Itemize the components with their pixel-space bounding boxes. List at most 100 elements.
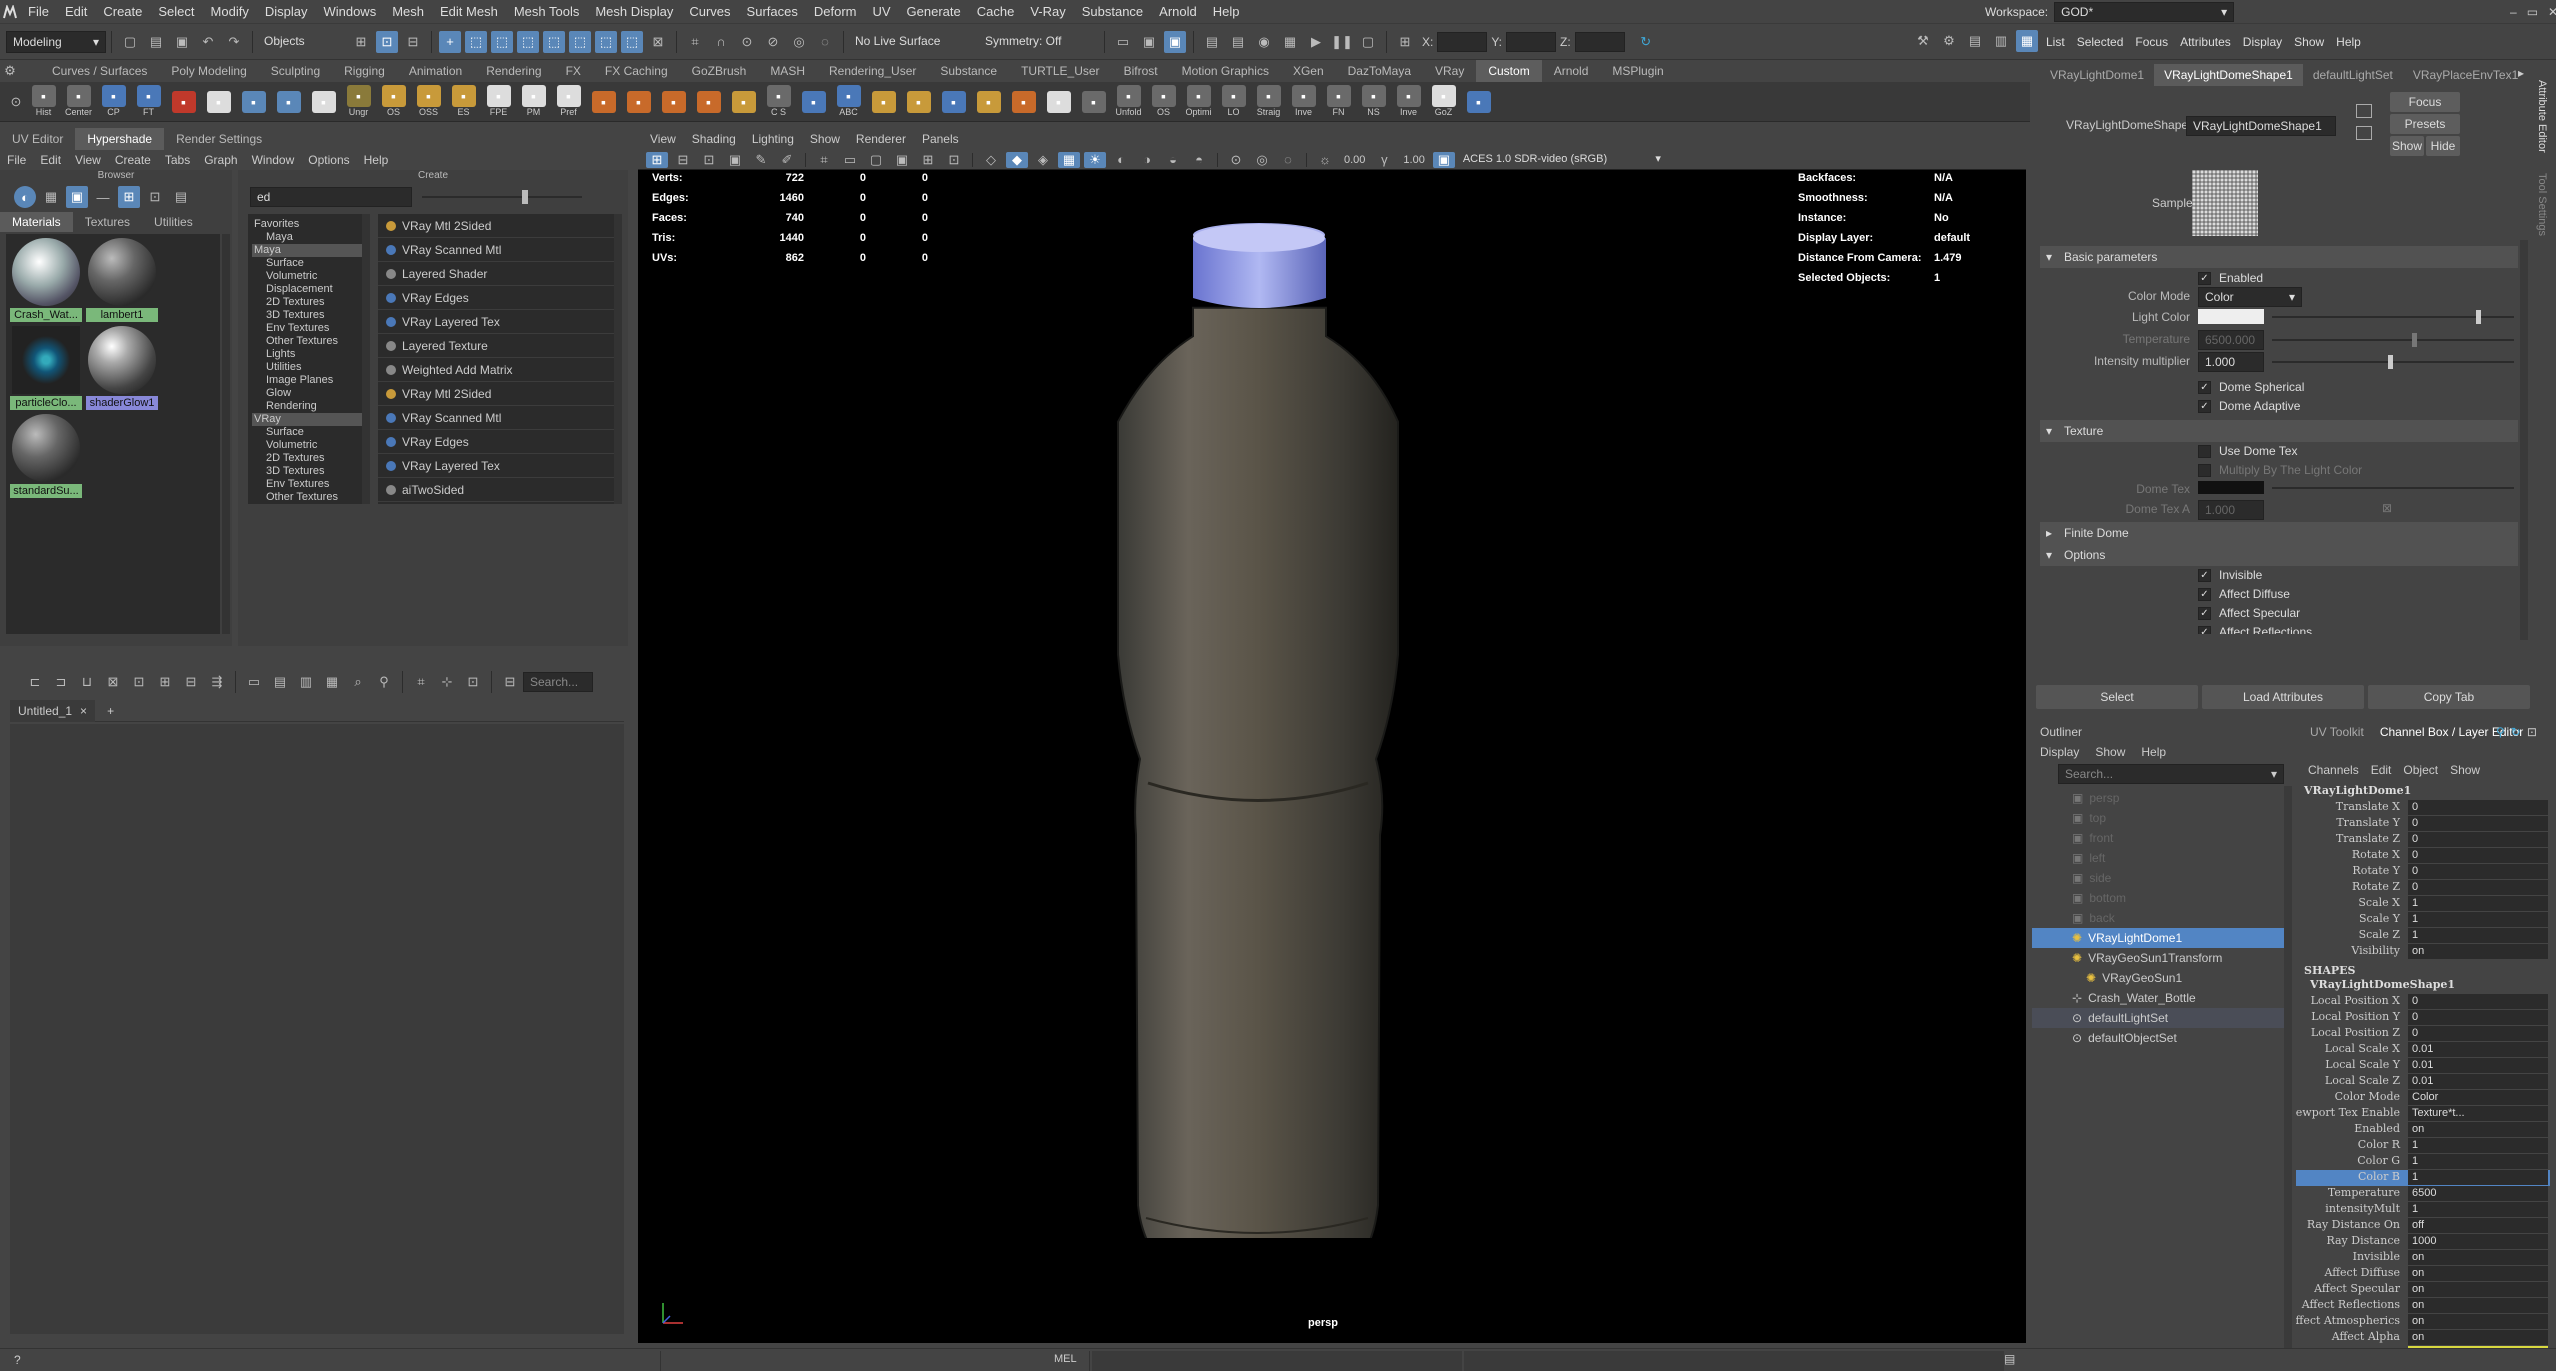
section-options[interactable]: ▾ Options bbox=[2040, 544, 2518, 566]
intensity-slider-handle[interactable] bbox=[2388, 355, 2393, 369]
tree-item[interactable]: Maya bbox=[252, 244, 362, 257]
browser-small-icon[interactable]: ⊡ bbox=[144, 186, 166, 208]
channel-row[interactable]: Local Scale X 0.01 bbox=[2296, 1042, 2550, 1058]
color-management-icon[interactable]: ▣ bbox=[1432, 151, 1455, 168]
shelf-button[interactable]: ▪ Pref bbox=[552, 84, 585, 120]
channel-value[interactable]: 0 bbox=[2408, 864, 2548, 879]
shelf-button[interactable]: ▪ bbox=[1042, 84, 1075, 120]
tree-item[interactable]: Image Planes bbox=[252, 374, 362, 387]
smooth-shade-icon[interactable]: ◆ bbox=[1006, 151, 1028, 168]
dome-tex-slider[interactable] bbox=[2272, 487, 2514, 489]
mel-label[interactable]: MEL bbox=[1054, 1353, 1077, 1365]
menu-item-edit[interactable]: Edit bbox=[57, 0, 95, 24]
shelf-tab-turtle-user[interactable]: TURTLE_User bbox=[1009, 60, 1111, 82]
save-scene-icon[interactable]: ▣ bbox=[171, 31, 193, 53]
shelf-tab-curves-surfaces[interactable]: Curves / Surfaces bbox=[40, 60, 159, 82]
create-item[interactable]: VRay Edges bbox=[378, 286, 614, 310]
wireframe-on-shaded-icon[interactable]: ◈ bbox=[1032, 152, 1054, 168]
graph-view3-icon[interactable]: ▥ bbox=[295, 671, 317, 693]
hypershade-menu-window[interactable]: Window bbox=[245, 153, 302, 167]
channel-value[interactable]: Texture*t... bbox=[2408, 1106, 2548, 1121]
temperature-slider-handle[interactable] bbox=[2412, 333, 2417, 347]
mode-dropdown[interactable]: Modeling ▾ bbox=[6, 30, 106, 53]
hypershade-menu-options[interactable]: Options bbox=[301, 153, 356, 167]
panel-toggle-display[interactable]: Display bbox=[2237, 35, 2288, 49]
select-component-icon[interactable]: ⊟ bbox=[402, 31, 424, 53]
menu-item-deform[interactable]: Deform bbox=[806, 0, 865, 24]
shelf-button[interactable]: ▪ bbox=[867, 84, 900, 120]
graph-snap-icon[interactable]: ⊹ bbox=[436, 671, 458, 693]
graph-both-icon[interactable]: ⊔ bbox=[76, 671, 98, 693]
resolution-gate-icon[interactable]: ▢ bbox=[865, 152, 887, 168]
channel-row[interactable]: Scale Y 1 bbox=[2296, 912, 2550, 928]
hypershade-menu-create[interactable]: Create bbox=[108, 153, 158, 167]
tree-item[interactable]: Other Textures bbox=[252, 491, 362, 504]
shelf-tab-substance[interactable]: Substance bbox=[928, 60, 1009, 82]
mask-dynamics-icon[interactable]: ⬚ bbox=[595, 30, 617, 53]
channel-value[interactable]: 0 bbox=[2408, 880, 2548, 895]
channel-row[interactable]: Color R 1 bbox=[2296, 1138, 2550, 1154]
create-item[interactable]: VRay Scanned Mtl bbox=[378, 406, 614, 430]
channel-row[interactable]: Local Position Z 0 bbox=[2296, 1026, 2550, 1042]
vray-pause-icon[interactable]: ❚❚ bbox=[1331, 31, 1353, 53]
shelf-tab-fx-caching[interactable]: FX Caching bbox=[593, 60, 680, 82]
exposure-value[interactable]: 0.00 bbox=[1344, 154, 1365, 166]
browser-tab-utilities[interactable]: Utilities bbox=[142, 212, 205, 232]
outliner-menu-show[interactable]: Show bbox=[2087, 745, 2133, 759]
bookmark-icon[interactable]: ⊡ bbox=[698, 152, 720, 168]
mask-joints-icon[interactable]: ⬚ bbox=[491, 30, 513, 53]
intensity-slider[interactable] bbox=[2272, 361, 2514, 363]
use-dome-tex-checkbox[interactable]: Use Dome Tex bbox=[2198, 442, 2297, 461]
channel-value[interactable]: 1 bbox=[2408, 896, 2548, 911]
shelf-options-icon[interactable]: ⊙ bbox=[8, 91, 24, 113]
shelf-tab-rendering[interactable]: Rendering bbox=[474, 60, 553, 82]
ae-tab-vraylightdome1[interactable]: VRayLightDome1 bbox=[2040, 64, 2154, 86]
create-item[interactable]: VRay Mtl 2Sided bbox=[378, 214, 614, 238]
tree-item[interactable]: 2D Textures bbox=[252, 452, 362, 465]
gate-mask-icon[interactable]: ▣ bbox=[891, 152, 913, 168]
channel-value[interactable]: 0 bbox=[2408, 1026, 2548, 1041]
shelf-button[interactable]: ▪ bbox=[972, 84, 1005, 120]
cb-menu-object[interactable]: Object bbox=[2397, 763, 2444, 777]
channel-value[interactable]: on bbox=[2408, 1330, 2548, 1345]
channel-row[interactable]: Rotate Z 0 bbox=[2296, 880, 2550, 896]
lights-icon[interactable]: ☀ bbox=[1084, 151, 1106, 168]
mask-deform-icon[interactable]: ⬚ bbox=[569, 30, 591, 53]
viewport-menu-renderer[interactable]: Renderer bbox=[848, 128, 914, 150]
shelf-button[interactable]: ▪ bbox=[902, 84, 935, 120]
minimize-icon[interactable]: – bbox=[2510, 5, 2517, 19]
channel-row[interactable]: Translate X 0 bbox=[2296, 800, 2550, 816]
mask-surfaces-icon[interactable]: ⬚ bbox=[543, 30, 565, 53]
channel-row[interactable]: Scale Z 1 bbox=[2296, 928, 2550, 944]
outliner-item[interactable]: ✺ VRayLightDome1 bbox=[2032, 928, 2284, 948]
construction-history-icon[interactable]: ▭ bbox=[1112, 31, 1134, 53]
shelf-button[interactable]: ▪ FN bbox=[1322, 84, 1355, 120]
select-hierarchy-icon[interactable]: ⊞ bbox=[350, 31, 372, 53]
shelf-tab-msplugin[interactable]: MSPlugin bbox=[1600, 60, 1675, 82]
shelf-button[interactable]: ▪ CP bbox=[97, 84, 130, 120]
panel-toggle-focus[interactable]: Focus bbox=[2129, 35, 2174, 49]
float-icon[interactable]: ⊡ bbox=[2527, 725, 2537, 739]
tree-item[interactable]: Env Textures bbox=[252, 322, 362, 335]
create-item[interactable]: VRay Layered Tex bbox=[378, 310, 614, 334]
focus-button[interactable]: Focus bbox=[2390, 92, 2460, 112]
tree-item[interactable]: Glow bbox=[252, 387, 362, 400]
channel-row[interactable]: Local Position Y 0 bbox=[2296, 1010, 2550, 1026]
mask-all-icon[interactable]: + bbox=[439, 30, 461, 53]
channel-row[interactable]: Enabled on bbox=[2296, 1122, 2550, 1138]
tree-item[interactable]: 3D Textures bbox=[252, 309, 362, 322]
hypershade-menu-edit[interactable]: Edit bbox=[33, 153, 68, 167]
create-item[interactable]: Layered Texture bbox=[378, 334, 614, 358]
sync-icon[interactable]: ↻ bbox=[1635, 31, 1657, 53]
dome-tex-swatch[interactable] bbox=[2198, 481, 2264, 494]
snap-view-icon[interactable]: ⊘ bbox=[762, 31, 784, 53]
tree-item[interactable]: Lights bbox=[252, 348, 362, 361]
menu-item-display[interactable]: Display bbox=[257, 0, 316, 24]
node-output-icon[interactable] bbox=[2356, 126, 2372, 140]
outliner-item[interactable]: ⊙ defaultLightSet bbox=[2032, 1008, 2284, 1028]
channel-value[interactable]: 0 bbox=[2408, 800, 2548, 815]
menu-item-edit-mesh[interactable]: Edit Mesh bbox=[432, 0, 506, 24]
graph-view4-icon[interactable]: ▦ bbox=[321, 671, 343, 693]
channel-value[interactable]: 0 bbox=[2408, 848, 2548, 863]
shelf-button[interactable]: ▪ bbox=[1077, 84, 1110, 120]
